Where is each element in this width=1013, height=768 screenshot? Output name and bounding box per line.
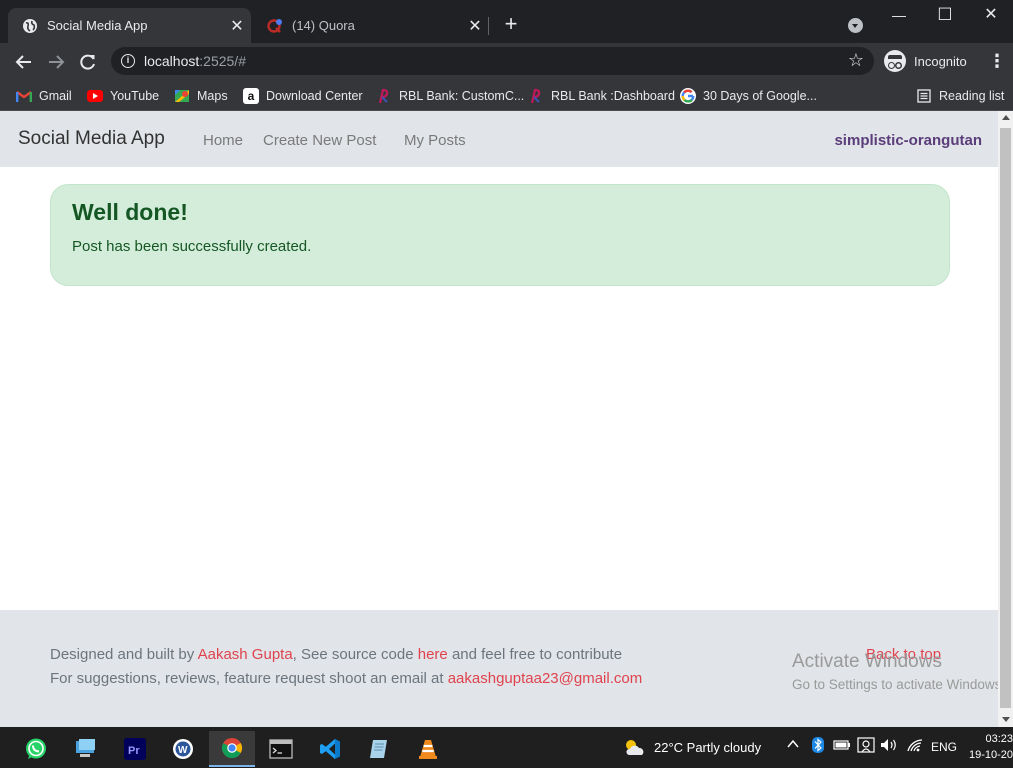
bookmarks-bar: Gmail YouTube Maps a Download Center RBL … [0, 80, 1013, 111]
battery-icon[interactable] [833, 739, 851, 754]
scroll-down-icon[interactable] [1002, 717, 1010, 722]
close-tab-icon[interactable]: ✕ [223, 16, 251, 36]
reading-list-button[interactable]: Reading list [916, 86, 1004, 106]
weather-text[interactable]: 22°C Partly cloudy [654, 740, 761, 755]
tab-search-icon[interactable] [848, 18, 863, 33]
success-alert: Well done! Post has been successfully cr… [50, 184, 950, 286]
bookmark-30-days-google[interactable]: 30 Days of Google... [680, 86, 817, 106]
alert-message: Post has been successfully created. [72, 238, 312, 255]
vscode-icon[interactable] [307, 731, 353, 767]
forward-arrow-icon[interactable] [43, 49, 69, 75]
footer-credits: Designed and built by Aakash Gupta, See … [50, 646, 623, 663]
more-menu-icon[interactable]: ⋮ [988, 52, 1006, 72]
quora-icon [267, 18, 283, 34]
minimize-button[interactable]: — [876, 0, 922, 32]
alert-heading: Well done! [72, 199, 188, 225]
footer-contact: For suggestions, reviews, feature reques… [50, 670, 643, 687]
globe-icon [22, 18, 38, 34]
google-icon [680, 88, 696, 104]
username-link[interactable]: simplistic-orangutan [834, 132, 982, 149]
url-text: localhost:2525/# [144, 53, 246, 69]
amazon-icon: a [243, 88, 259, 104]
bookmark-rbl-dashboard[interactable]: RBL Bank :Dashboard [528, 86, 675, 106]
maps-icon [174, 88, 190, 104]
page-viewport: Social Media App Home Create New Post My… [0, 111, 998, 727]
gmail-icon [16, 88, 32, 104]
terminal-icon[interactable] [258, 731, 304, 767]
youtube-icon [87, 90, 103, 102]
svg-text:Pr: Pr [128, 745, 140, 757]
incognito-label: Incognito [914, 53, 967, 69]
scroll-up-icon[interactable] [1002, 115, 1010, 120]
desktop-app-icon[interactable] [63, 731, 109, 767]
incognito-indicator[interactable]: Incognito [884, 49, 967, 73]
notes-app-icon[interactable] [356, 731, 402, 767]
bookmark-download-center[interactable]: a Download Center [243, 86, 363, 106]
chevron-up-icon[interactable] [787, 738, 799, 753]
rbl-icon [376, 88, 392, 104]
nav-my-posts[interactable]: My Posts [404, 132, 466, 149]
app-footer: Designed and built by Aakash Gupta, See … [0, 610, 998, 727]
whatsapp-icon[interactable] [13, 731, 59, 767]
windows-taskbar: Pr W 22°C Partly cloudy ENG 03:23 19-10-… [0, 727, 1013, 768]
app-navbar: Social Media App Home Create New Post My… [0, 111, 998, 167]
meet-now-icon[interactable] [857, 737, 875, 756]
browser-tabstrip: Social Media App ✕ (14) Quora ✕ + — ☐ ✕ [0, 0, 1013, 43]
app-brand[interactable]: Social Media App [18, 128, 165, 150]
reading-list-icon [916, 88, 932, 104]
language-indicator[interactable]: ENG [931, 740, 957, 754]
vlc-icon[interactable] [405, 731, 451, 767]
nav-create-new-post[interactable]: Create New Post [263, 132, 376, 149]
tab-title: Social Media App [47, 18, 148, 33]
chrome-taskbar-icon[interactable] [209, 731, 255, 767]
bookmark-rbl-customc[interactable]: RBL Bank: CustomC... [376, 86, 524, 106]
word-app-icon[interactable]: W [160, 731, 206, 767]
weather-icon[interactable] [622, 736, 646, 761]
browser-toolbar: i localhost:2525/# ☆ Incognito ⋮ [0, 43, 1013, 80]
email-link[interactable]: aakashguptaa23@gmail.com [448, 670, 643, 687]
system-clock[interactable]: 03:23 19-10-20 [966, 731, 1013, 763]
bookmark-star-icon[interactable]: ☆ [848, 50, 864, 71]
address-bar[interactable]: i localhost:2525/# ☆ [111, 47, 874, 75]
tab-separator [488, 17, 489, 35]
rbl-icon [528, 88, 544, 104]
page-scrollbar[interactable] [998, 111, 1013, 727]
incognito-icon [884, 50, 906, 72]
nav-home[interactable]: Home [203, 132, 243, 149]
info-icon[interactable]: i [121, 54, 135, 68]
svg-text:W: W [178, 745, 188, 756]
bookmark-youtube[interactable]: YouTube [87, 86, 159, 106]
bluetooth-icon[interactable] [812, 737, 824, 756]
tab-social-media-app[interactable]: Social Media App ✕ [8, 8, 251, 43]
new-tab-button[interactable]: + [500, 13, 522, 37]
reload-icon[interactable] [75, 49, 101, 75]
back-arrow-icon[interactable] [11, 49, 37, 75]
source-code-link[interactable]: here [418, 646, 448, 663]
author-link[interactable]: Aakash Gupta [198, 646, 293, 663]
wifi-icon[interactable] [906, 738, 924, 755]
tab-title: (14) Quora [292, 18, 355, 33]
scrollbar-thumb[interactable] [1000, 128, 1011, 708]
close-tab-icon[interactable]: ✕ [461, 16, 489, 36]
maximize-button[interactable]: ☐ [922, 0, 968, 32]
bookmark-maps[interactable]: Maps [174, 86, 228, 106]
volume-icon[interactable] [880, 738, 898, 755]
bookmark-gmail[interactable]: Gmail [16, 86, 72, 106]
back-to-top-link[interactable]: Back to top [866, 646, 941, 663]
close-window-button[interactable]: ✕ [968, 0, 1013, 32]
tab-quora[interactable]: (14) Quora ✕ [253, 8, 489, 43]
premiere-pro-icon[interactable]: Pr [112, 731, 158, 767]
